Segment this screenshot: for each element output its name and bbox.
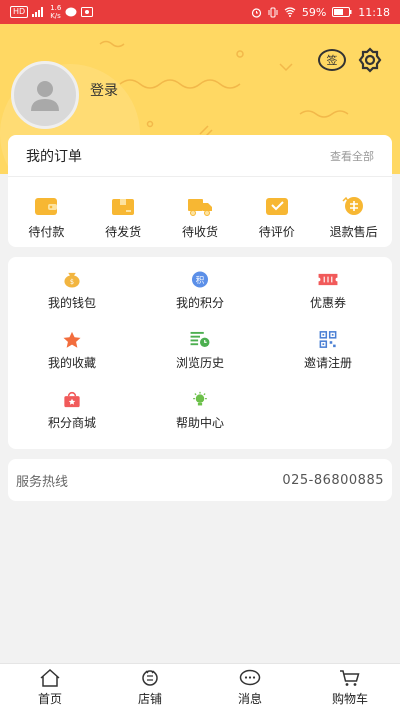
star-icon xyxy=(63,331,81,348)
speed-unit: K/s xyxy=(50,12,61,20)
invite-register-item[interactable]: 邀请注册 xyxy=(264,331,392,371)
network-speed: 1.6 K/s xyxy=(50,4,61,20)
avatar[interactable] xyxy=(11,61,79,129)
chat-notification-icon xyxy=(65,7,77,17)
message-icon xyxy=(239,669,261,685)
user-silhouette-icon xyxy=(31,81,59,111)
shopping-bag-icon xyxy=(64,392,80,408)
grid-label: 我的收藏 xyxy=(47,356,96,370)
box-icon xyxy=(112,199,135,215)
view-all-orders-link[interactable]: 查看全部 xyxy=(330,148,374,164)
qr-code-icon xyxy=(319,331,337,348)
hotline-label: 服务热线 xyxy=(16,474,69,490)
order-pending-shipment[interactable]: 待发货 xyxy=(88,195,158,240)
browse-history-item[interactable]: 浏览历史 xyxy=(136,331,264,371)
status-bar: HD 1.6 K/s 59% 11:18 xyxy=(0,0,400,24)
sign-in-label: 签 xyxy=(326,54,338,67)
coupons-item[interactable]: 优惠券 xyxy=(264,271,392,311)
clock: 11:18 xyxy=(358,5,390,19)
order-pending-receipt[interactable]: 待收货 xyxy=(165,195,235,240)
orders-title: 我的订单 xyxy=(26,148,82,165)
refund-icon xyxy=(342,196,363,215)
order-label: 待收货 xyxy=(181,225,218,239)
services-grid: $ 我的钱包 积 我的积分 优惠券 我的收藏 浏览历史 邀请注册 积分商城 帮助… xyxy=(8,271,392,431)
grid-label: 邀请注册 xyxy=(303,356,352,370)
review-icon xyxy=(265,198,288,215)
vibrate-icon xyxy=(268,7,278,17)
order-pending-payment[interactable]: 待付款 xyxy=(11,195,81,240)
grid-label: 我的积分 xyxy=(175,296,224,310)
tab-messages[interactable]: 消息 xyxy=(200,664,300,711)
tab-home[interactable]: 首页 xyxy=(0,664,100,711)
speed-value: 1.6 xyxy=(50,4,62,12)
grid-label: 积分商城 xyxy=(47,416,96,430)
grid-label: 优惠券 xyxy=(309,296,346,310)
grid-label: 帮助中心 xyxy=(175,416,224,430)
tab-label: 消息 xyxy=(237,691,262,706)
order-pending-review[interactable]: 待评价 xyxy=(242,195,312,240)
history-icon xyxy=(190,331,210,348)
service-hotline-row[interactable]: 服务热线 025-86800885 xyxy=(8,459,392,501)
svg-text:$: $ xyxy=(70,278,74,286)
orders-card: 我的订单 查看全部 待付款 待发货 待收货 待评价 退款售后 xyxy=(8,135,392,247)
wallet-icon xyxy=(35,198,58,215)
my-wallet-item[interactable]: $ 我的钱包 xyxy=(8,271,136,311)
order-label: 待评价 xyxy=(258,225,295,239)
battery-icon xyxy=(332,7,352,17)
points-glyph: 积 xyxy=(196,275,205,286)
sign-in-icon[interactable]: 签 xyxy=(318,49,346,71)
order-refund[interactable]: 退款售后 xyxy=(319,195,389,240)
battery-percent: 59% xyxy=(301,5,327,19)
wifi-icon xyxy=(284,7,296,17)
tab-label: 购物车 xyxy=(331,691,368,706)
app-notification-icon xyxy=(81,7,94,17)
cart-icon xyxy=(340,669,360,686)
lightbulb-icon xyxy=(193,391,207,406)
order-status-row: 待付款 待发货 待收货 待评价 退款售后 xyxy=(8,177,392,240)
help-center-item[interactable]: 帮助中心 xyxy=(136,391,264,431)
grid-label: 我的钱包 xyxy=(47,296,96,310)
order-label: 退款售后 xyxy=(329,225,378,239)
login-link[interactable]: 登录 xyxy=(90,80,118,100)
my-points-item[interactable]: 积 我的积分 xyxy=(136,271,264,311)
truck-icon xyxy=(187,199,212,216)
status-right: 59% 11:18 xyxy=(251,6,390,19)
tab-cart[interactable]: 购物车 xyxy=(300,664,400,711)
grid-label: 浏览历史 xyxy=(175,356,224,370)
points-mall-item[interactable]: 积分商城 xyxy=(8,391,136,431)
settings-icon[interactable] xyxy=(356,46,384,74)
tab-shop[interactable]: 店铺 xyxy=(100,664,200,711)
services-card: $ 我的钱包 积 我的积分 优惠券 我的收藏 浏览历史 邀请注册 积分商城 帮助… xyxy=(8,257,392,449)
bottom-tab-bar: 首页 店铺 消息 购物车 xyxy=(0,663,400,711)
orders-header: 我的订单 查看全部 xyxy=(8,135,392,177)
money-bag-icon: $ xyxy=(64,272,80,288)
coupon-icon xyxy=(318,273,338,286)
hotline-number[interactable]: 025-86800885 xyxy=(282,473,384,488)
status-left: HD 1.6 K/s xyxy=(10,4,94,20)
home-icon xyxy=(40,668,60,687)
order-label: 待发货 xyxy=(105,225,142,239)
my-favorites-item[interactable]: 我的收藏 xyxy=(8,331,136,371)
tab-label: 首页 xyxy=(37,691,62,706)
order-label: 待付款 xyxy=(28,225,65,239)
tab-label: 店铺 xyxy=(137,691,162,706)
points-icon: 积 xyxy=(191,271,209,288)
hd-badge: HD xyxy=(10,6,29,18)
shop-icon xyxy=(142,669,158,686)
signal-icon xyxy=(32,7,44,17)
alarm-icon xyxy=(251,7,261,18)
